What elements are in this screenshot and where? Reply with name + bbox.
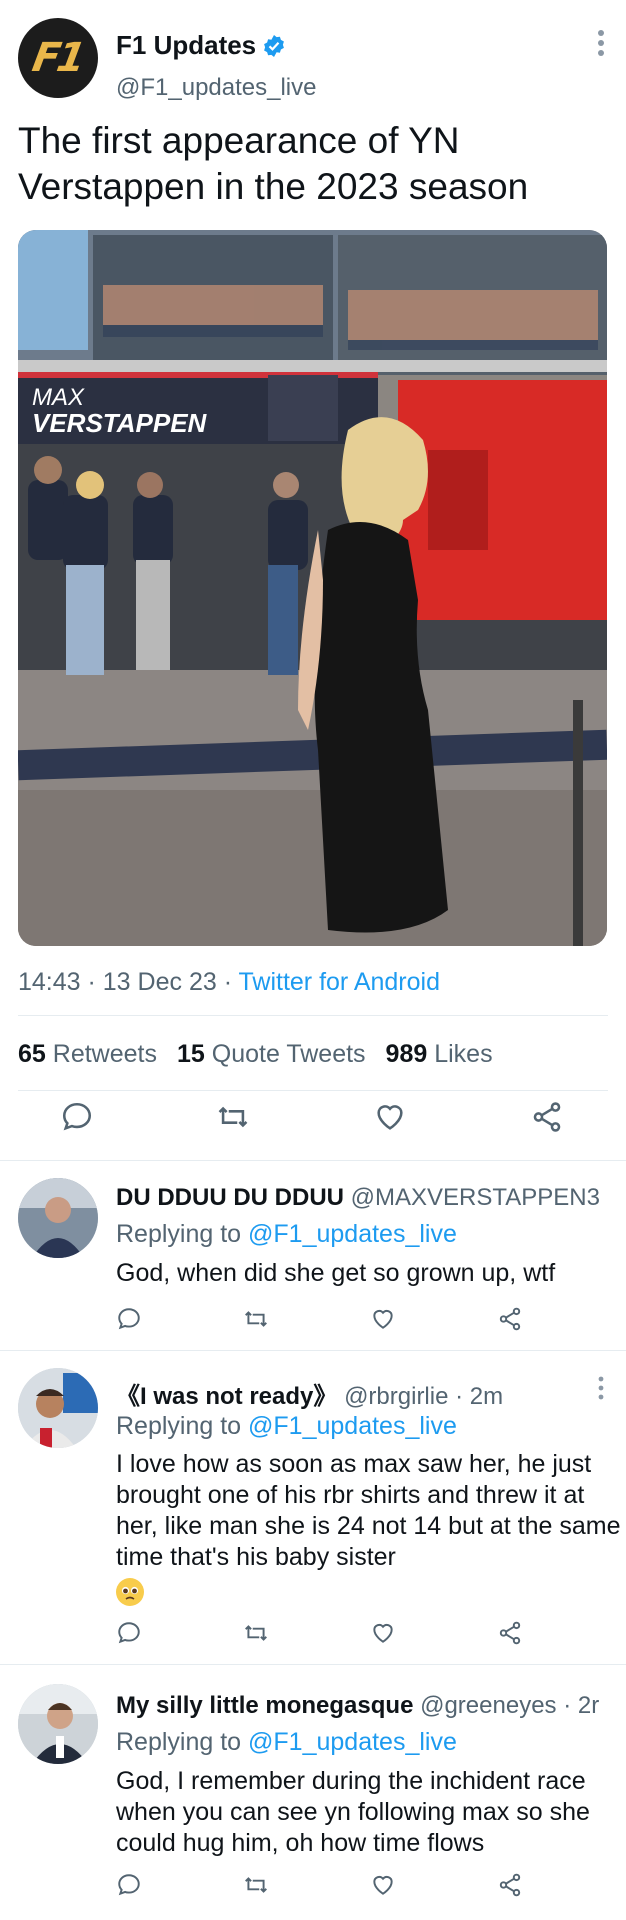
author-avatar[interactable]: F1 <box>18 18 98 98</box>
likes-label: Likes <box>434 1040 493 1068</box>
tweet-stats: 65 Retweets 15 Quote Tweets 989 Likes <box>18 1040 493 1069</box>
retweets-label: Retweets <box>52 1040 157 1068</box>
like-icon[interactable] <box>373 1100 407 1134</box>
tweet-timestamp: 14:43 · 13 Dec 23 · Twitter for Android <box>18 968 440 996</box>
share-icon[interactable] <box>530 1100 564 1134</box>
reply-author-handle[interactable]: @greeneyes <box>420 1692 556 1719</box>
reply-text: I love how as soon as max saw her, he ju… <box>116 1450 621 1571</box>
reply-author-row[interactable]: My silly little monegasque @greeneyes · … <box>116 1692 599 1720</box>
reply-text-block: I love how as soon as max saw her, he ju… <box>116 1449 621 1607</box>
photo-sign-line1: MAX <box>32 384 85 411</box>
divider <box>0 1664 626 1665</box>
replying-to-link[interactable]: @F1_updates_live <box>248 1220 457 1248</box>
reply-text: God, when did she get so grown up, wtf <box>116 1259 556 1287</box>
reply-text: God, I remember during the inchident rac… <box>116 1767 590 1857</box>
quotes-label: Quote Tweets <box>211 1040 366 1068</box>
reply-author-name[interactable]: DU DDUU DU DDUU <box>116 1184 344 1211</box>
reply-author-row[interactable]: 《I was not ready》 @rbrgirlie · 2m <box>116 1376 503 1411</box>
reply-icon[interactable] <box>60 1100 94 1134</box>
reply-author-handle[interactable]: @rbrgirlie <box>344 1383 448 1410</box>
replying-prefix: Replying to <box>116 1728 242 1756</box>
more-vertical-icon[interactable] <box>596 28 606 58</box>
share-icon[interactable] <box>497 1872 523 1898</box>
reply-avatar[interactable] <box>18 1684 98 1764</box>
retweet-icon[interactable] <box>243 1620 269 1646</box>
retweet-icon[interactable] <box>243 1872 269 1898</box>
replying-prefix: Replying to <box>116 1220 242 1248</box>
replying-to: Replying to @F1_updates_live <box>116 1220 457 1249</box>
tweet-source-link[interactable]: Twitter for Android <box>239 968 440 996</box>
reply-author-name[interactable]: 《I was not ready》 <box>116 1383 337 1410</box>
reply-icon[interactable] <box>116 1872 142 1898</box>
reply-author-name[interactable]: My silly little monegasque <box>116 1692 413 1719</box>
tweet-photo[interactable]: MAX VERSTAPPEN <box>18 230 607 946</box>
reply-avatar[interactable] <box>18 1178 98 1258</box>
like-icon[interactable] <box>370 1306 396 1332</box>
divider <box>0 1160 626 1161</box>
reply-time: · 2m <box>455 1383 504 1410</box>
author-handle[interactable]: @F1_updates_live <box>116 74 316 102</box>
tweet-text: The first appearance of YN Verstappen in… <box>18 120 529 207</box>
likes-stat[interactable]: 989 Likes <box>386 1040 493 1069</box>
reply-avatar[interactable] <box>18 1368 98 1448</box>
reply-author-row[interactable]: DU DDUU DU DDUU @MAXVERSTAPPEN3 <box>116 1184 600 1212</box>
retweets-stat[interactable]: 65 Retweets <box>18 1040 157 1069</box>
retweets-count: 65 <box>18 1040 46 1068</box>
quotes-count: 15 <box>176 1040 205 1068</box>
replying-to: Replying to @F1_updates_live <box>116 1728 457 1757</box>
divider <box>0 1350 626 1351</box>
more-vertical-icon[interactable] <box>597 1376 605 1400</box>
author-name-row[interactable]: F1 Updates <box>116 30 286 61</box>
divider <box>18 1015 608 1016</box>
divider <box>18 1090 608 1091</box>
quote-tweets-stat[interactable]: 15 Quote Tweets <box>177 1040 366 1069</box>
reply-icon[interactable] <box>116 1620 142 1646</box>
replying-prefix: Replying to <box>116 1412 242 1440</box>
verified-badge-icon <box>262 34 286 58</box>
tweet-date: 13 Dec 23 <box>102 968 217 996</box>
retweet-icon[interactable] <box>216 1100 250 1134</box>
reply-time: · 2r <box>563 1692 600 1719</box>
share-icon[interactable] <box>497 1306 523 1332</box>
author-name[interactable]: F1 Updates <box>116 30 256 61</box>
replying-to-link[interactable]: @F1_updates_live <box>248 1412 457 1440</box>
share-icon[interactable] <box>497 1620 523 1646</box>
tweet-action-bar <box>0 1100 626 1140</box>
photo-sign-line2: VERSTAPPEN <box>32 408 208 438</box>
replying-to: Replying to @F1_updates_live <box>116 1412 457 1441</box>
like-icon[interactable] <box>370 1872 396 1898</box>
pleading-face-emoji-icon <box>116 1578 144 1607</box>
avatar-logo: F1 <box>29 35 87 81</box>
replying-to-link[interactable]: @F1_updates_live <box>248 1728 457 1756</box>
reply-author-handle[interactable]: @MAXVERSTAPPEN3 <box>351 1184 600 1211</box>
like-icon[interactable] <box>370 1620 396 1646</box>
tweet-time: 14:43 <box>18 968 81 996</box>
reply-icon[interactable] <box>116 1306 142 1332</box>
likes-count: 989 <box>385 1040 428 1068</box>
retweet-icon[interactable] <box>243 1306 269 1332</box>
